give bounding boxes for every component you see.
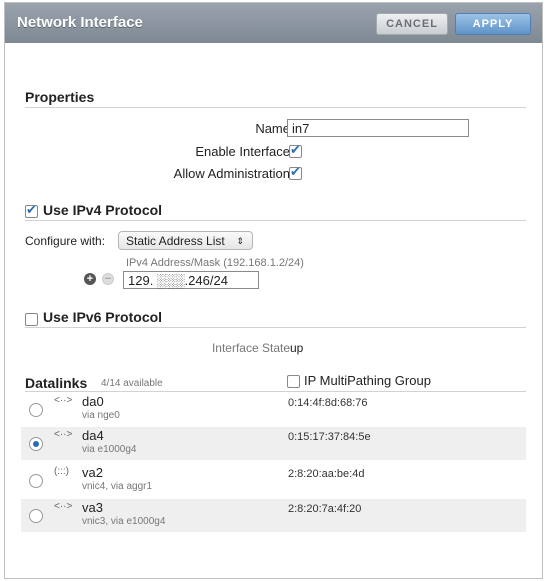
datalink-row[interactable]: <··> va3 vnic3, via e1000g4 2:8:20:7a:4f… [21, 499, 526, 532]
allow-administration-checkbox[interactable] [289, 164, 302, 180]
datalink-row[interactable]: (:::) va2 vnic4, via aggr1 2:8:20:aa:be:… [21, 464, 526, 497]
ipv6-divider [25, 327, 526, 328]
datalink-name: da0 [82, 394, 104, 409]
datalink-name: va3 [82, 500, 103, 515]
interface-state-label: Interface State [211, 341, 290, 355]
configure-with-label: Configure with: [25, 234, 106, 248]
datalink-radio[interactable] [29, 403, 43, 417]
datalink-mac: 2:8:20:7a:4f:20 [288, 503, 362, 515]
enable-interface-checkbox[interactable] [289, 142, 302, 158]
network-interface-dialog: Network Interface CANCEL APPLY Propertie… [4, 2, 543, 579]
configure-with-value: Static Address List [126, 234, 225, 248]
datalink-radio-selected[interactable] [29, 437, 43, 451]
datalink-mac: 0:15:17:37:84:5e [288, 431, 371, 443]
datalink-via: vnic3, via e1000g4 [82, 516, 166, 527]
datalink-radio[interactable] [29, 474, 43, 488]
datalinks-heading: Datalinks [25, 375, 88, 391]
datalink-row[interactable]: <··> da0 via nge0 0:14:4f:8d:68:76 [21, 393, 526, 426]
ipv4-checkbox[interactable] [25, 202, 38, 218]
apply-button[interactable]: APPLY [455, 13, 531, 35]
dialog-title: Network Interface [17, 14, 143, 31]
properties-divider [25, 107, 526, 108]
datalink-mac: 2:8:20:aa:be:4d [288, 468, 365, 480]
ipmp-checkbox[interactable] [287, 375, 300, 388]
name-label: Name [255, 121, 290, 136]
ipmp-label: IP MultiPathing Group [304, 373, 431, 388]
ipv4-address-hint: IPv4 Address/Mask (192.168.1.2/24) [126, 257, 304, 269]
ipv4-divider [25, 220, 526, 221]
configure-with-select[interactable]: Static Address List ⇕ [118, 231, 253, 250]
datalink-via: via nge0 [82, 410, 120, 421]
add-address-icon[interactable]: + [84, 273, 96, 285]
datalink-row[interactable]: <··> da4 via e1000g4 0:15:17:37:84:5e [21, 427, 526, 460]
link-icon: <··> [54, 501, 73, 512]
datalink-radio[interactable] [29, 509, 43, 523]
enable-interface-label: Enable Interface [195, 144, 290, 159]
datalinks-available: 4/14 available [101, 378, 163, 389]
ipv6-heading: Use IPv6 Protocol [43, 309, 163, 325]
interface-state-value: up [290, 341, 304, 355]
datalink-name: da4 [82, 428, 104, 443]
vnic-icon: (:::) [54, 466, 69, 477]
datalink-via: via e1000g4 [82, 444, 137, 455]
remove-address-icon[interactable]: − [102, 273, 114, 285]
datalinks-divider [25, 391, 526, 392]
select-arrows-icon: ⇕ [236, 236, 244, 246]
datalink-mac: 0:14:4f:8d:68:76 [288, 397, 368, 409]
link-icon: <··> [54, 395, 73, 406]
dialog-titlebar: Network Interface CANCEL APPLY [5, 3, 542, 43]
ipv6-checkbox[interactable] [25, 313, 38, 326]
cancel-button[interactable]: CANCEL [376, 13, 448, 35]
datalink-name: va2 [82, 465, 103, 480]
name-field[interactable]: in7 [287, 119, 469, 137]
allow-administration-label: Allow Administration [173, 166, 290, 181]
link-icon: <··> [54, 429, 73, 440]
datalink-via: vnic4, via aggr1 [82, 481, 153, 492]
ipv4-heading: Use IPv4 Protocol [43, 202, 163, 218]
properties-heading: Properties [25, 89, 95, 105]
ipv4-address-field[interactable]: 129. ░░░.246/24 [123, 271, 259, 289]
